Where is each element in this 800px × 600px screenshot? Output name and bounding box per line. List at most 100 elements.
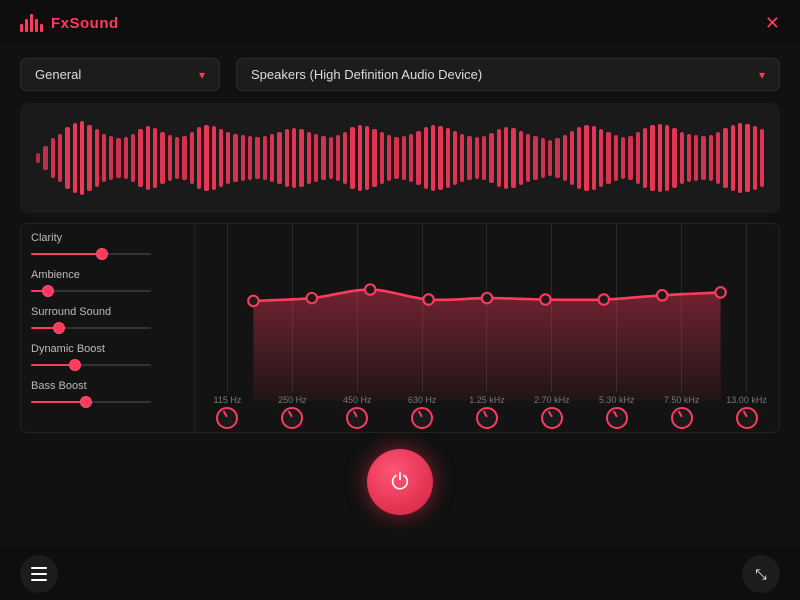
waveform-bar	[592, 126, 596, 189]
eq-freq-col-5: 2.70 kHz	[519, 395, 584, 429]
slider-dynamic[interactable]	[31, 358, 184, 372]
waveform-bar	[197, 127, 201, 189]
waveform-bar	[226, 132, 230, 185]
expand-button[interactable]: ⤡	[742, 555, 780, 593]
eq-freq-label-4: 1.25 kHz	[469, 395, 505, 405]
eq-knob-5[interactable]	[541, 407, 563, 429]
slider-thumb-surround[interactable]	[53, 322, 65, 334]
waveform-bar	[584, 125, 588, 191]
waveform-container	[20, 103, 780, 213]
waveform-bar	[636, 132, 640, 183]
eq-knob-1[interactable]	[281, 407, 303, 429]
preset-dropdown-arrow: ▾	[199, 68, 205, 82]
eq-freq-label-2: 450 Hz	[343, 395, 372, 405]
control-label-bass: Bass Boost	[31, 380, 184, 392]
waveform-bar	[709, 135, 713, 181]
eq-freq-col-0: 115 Hz	[195, 395, 260, 429]
waveform-bar	[731, 125, 735, 192]
waveform-bar	[102, 134, 106, 182]
eq-knob-4[interactable]	[476, 407, 498, 429]
waveform-bar	[95, 129, 99, 186]
waveform-bar	[277, 132, 281, 185]
eq-knob-8[interactable]	[736, 407, 758, 429]
dropdown-bar: General ▾ Speakers (High Definition Audi…	[0, 46, 800, 103]
device-dropdown[interactable]: Speakers (High Definition Audio Device) …	[236, 58, 780, 91]
waveform-bar	[738, 123, 742, 193]
eq-freq-label-6: 5.30 kHz	[599, 395, 635, 405]
waveform-bar	[146, 126, 150, 189]
control-label-surround: Surround Sound	[31, 306, 184, 318]
eq-freq-col-7: 7.50 kHz	[649, 395, 714, 429]
waveform-bar	[387, 135, 391, 181]
waveform-bar	[606, 132, 610, 183]
control-row-surround: Surround Sound	[31, 306, 184, 335]
waveform-bar	[570, 131, 574, 186]
close-button[interactable]: ✕	[765, 14, 780, 32]
eq-freq-label-0: 115 Hz	[214, 395, 242, 405]
power-button[interactable]: ⏻	[367, 449, 433, 515]
waveform-bar	[292, 128, 296, 188]
control-row-ambience: Ambience	[31, 269, 184, 298]
waveform-bar	[36, 153, 40, 164]
waveform-bar	[321, 136, 325, 180]
eq-freq-label-8: 13.00 kHz	[726, 395, 767, 405]
waveform-bar	[548, 140, 552, 177]
waveform-bar	[204, 125, 208, 191]
waveform-bar	[687, 134, 691, 182]
eq-knob-2[interactable]	[346, 407, 368, 429]
waveform-bar	[723, 128, 727, 188]
waveform-bar	[482, 136, 486, 180]
slider-thumb-dynamic[interactable]	[69, 359, 81, 371]
waveform-bar	[299, 129, 303, 186]
control-label-dynamic: Dynamic Boost	[31, 343, 184, 355]
slider-ambience[interactable]	[31, 284, 184, 298]
waveform-bar	[753, 126, 757, 189]
eq-area: 115 Hz250 Hz450 Hz630 Hz1.25 kHz2.70 kHz…	[195, 223, 780, 433]
waveform-bar	[402, 136, 406, 180]
eq-knob-0[interactable]	[216, 407, 238, 429]
eq-knob-3[interactable]	[411, 407, 433, 429]
eq-freq-label-1: 250 Hz	[278, 395, 307, 405]
slider-clarity[interactable]	[31, 247, 184, 261]
waveform-bar	[58, 134, 62, 182]
preset-dropdown[interactable]: General ▾	[20, 58, 220, 91]
waveform-bar	[416, 131, 420, 186]
waveform-bar	[424, 127, 428, 189]
waveform-bar	[380, 132, 384, 183]
waveform-bar	[394, 137, 398, 179]
waveform-bar	[124, 137, 128, 179]
slider-surround[interactable]	[31, 321, 184, 335]
waveform-bar	[577, 127, 581, 189]
waveform-bar	[80, 121, 84, 196]
slider-bass[interactable]	[31, 395, 184, 409]
eq-knob-6[interactable]	[606, 407, 628, 429]
waveform-bar	[694, 135, 698, 181]
eq-freq-col-4: 1.25 kHz	[455, 395, 520, 429]
waveform-bar	[182, 136, 186, 180]
eq-knob-7[interactable]	[671, 407, 693, 429]
waveform-bar	[621, 137, 625, 179]
waveform-bar	[519, 131, 523, 186]
control-row-bass: Bass Boost	[31, 380, 184, 409]
menu-button[interactable]	[20, 555, 58, 593]
waveform-bar	[497, 129, 501, 186]
waveform-bar	[650, 125, 654, 191]
main-panel: ClarityAmbienceSurround SoundDynamic Boo…	[20, 223, 780, 433]
slider-thumb-bass[interactable]	[80, 396, 92, 408]
eq-curve	[195, 224, 779, 401]
waveform-bar	[511, 128, 515, 188]
eq-freq-label-7: 7.50 kHz	[664, 395, 700, 405]
power-section: ⏻	[0, 433, 800, 523]
expand-icon: ⤡	[755, 566, 766, 583]
waveform-bar	[409, 134, 413, 182]
waveform-bar	[672, 128, 676, 188]
waveform-bar	[343, 132, 347, 185]
waveform-bar	[475, 137, 479, 179]
waveform-bar	[628, 136, 632, 180]
slider-thumb-clarity[interactable]	[96, 248, 108, 260]
waveform-bar	[372, 129, 376, 186]
waveform-bar	[131, 134, 135, 182]
menu-icon-line3	[31, 579, 47, 581]
waveform-bar	[160, 132, 164, 185]
slider-thumb-ambience[interactable]	[42, 285, 54, 297]
